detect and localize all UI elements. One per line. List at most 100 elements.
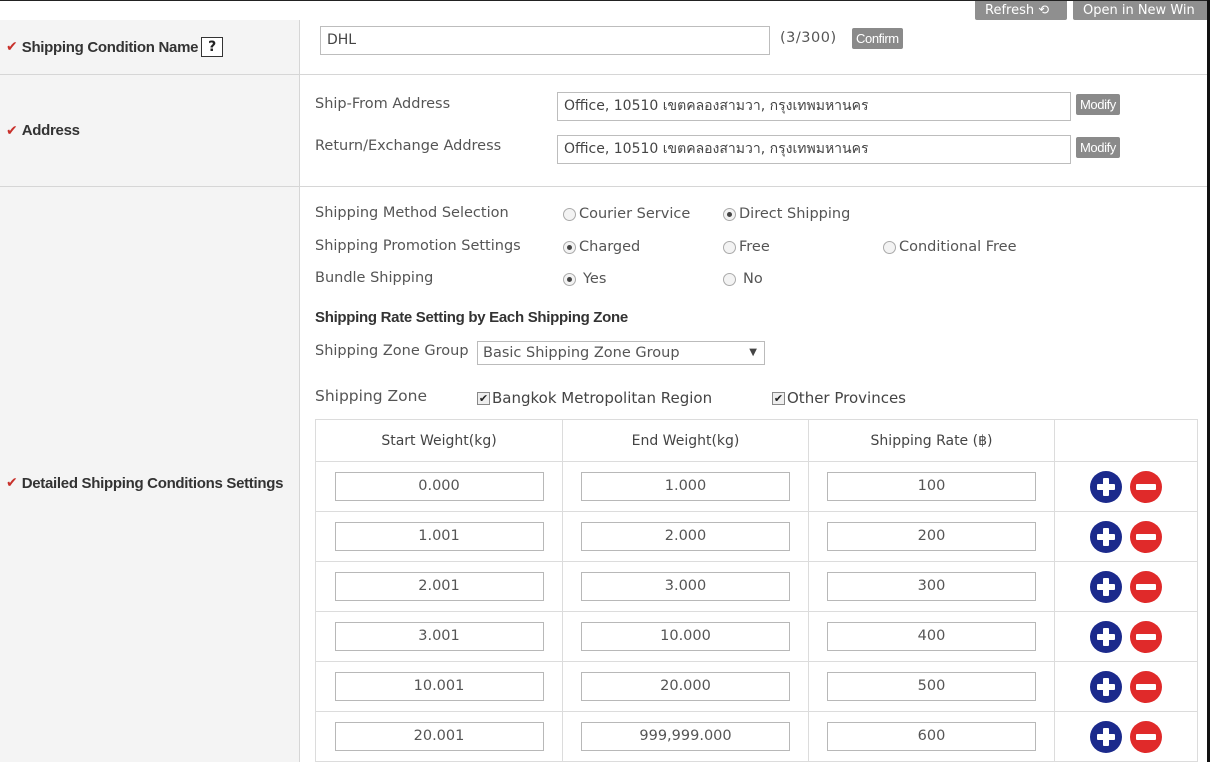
address-row: ✔ Address Ship-From Address Office, 1051… (0, 75, 1207, 187)
row-actions (1054, 661, 1198, 712)
header-shipping-rate: Shipping Rate (฿) (808, 419, 1055, 462)
end-weight-input[interactable]: 3.000 (581, 572, 790, 601)
required-check-icon: ✔ (6, 475, 18, 491)
address-label-cell: ✔ Address (0, 75, 300, 186)
table-cell: 100 (808, 461, 1055, 512)
shipping-condition-name-row: ✔ Shipping Condition Name ? DHL (3/300) … (0, 20, 1207, 75)
checkbox-bangkok-region[interactable]: ✔ Bangkok Metropolitan Region (477, 389, 712, 407)
add-row-plus-icon[interactable] (1090, 720, 1122, 753)
ship-from-address-input[interactable]: Office, 10510 เขตคลองสามวา, กรุงเทพมหานค… (557, 92, 1071, 121)
radio-charged[interactable]: Charged (563, 239, 640, 255)
table-cell: 400 (808, 611, 1055, 662)
end-weight-input[interactable]: 20.000 (581, 672, 790, 701)
table-row: 10.001 20.000 500 (315, 661, 1198, 712)
remove-row-minus-icon[interactable] (1130, 470, 1162, 503)
row-actions (1054, 561, 1198, 612)
character-counter: (3/300) (780, 30, 837, 46)
open-new-window-button[interactable]: Open in New Win (1073, 1, 1210, 20)
add-row-plus-icon[interactable] (1090, 620, 1122, 653)
checkbox-checked-icon[interactable]: ✔ (772, 391, 785, 405)
start-weight-input[interactable]: 20.001 (334, 722, 544, 751)
checkbox-checked-icon[interactable]: ✔ (477, 391, 490, 405)
radio-bundle-yes[interactable]: Yes (563, 271, 606, 287)
help-icon[interactable]: ? (201, 37, 224, 57)
table-cell: 3.000 (562, 561, 809, 612)
remove-row-minus-icon[interactable] (1130, 520, 1162, 553)
radio-button[interactable] (563, 207, 576, 221)
radio-bundle-no[interactable]: No (723, 271, 763, 287)
shipping-method-label: Shipping Method Selection (315, 205, 509, 221)
remove-row-minus-icon[interactable] (1130, 720, 1162, 753)
table-cell: 2.001 (315, 561, 563, 612)
table-row: 0.000 1.000 100 (315, 461, 1198, 512)
start-weight-input[interactable]: 10.001 (334, 672, 544, 701)
confirm-button[interactable]: Confirm (852, 28, 903, 49)
table-cell: 20.000 (562, 661, 809, 712)
shipping-condition-name-input[interactable]: DHL (320, 26, 770, 55)
radio-button[interactable] (883, 240, 896, 254)
shipping-rate-input[interactable]: 200 (827, 522, 1036, 551)
row-actions (1054, 711, 1198, 762)
header-end-weight: End Weight(kg) (562, 419, 809, 462)
rate-section-title: Shipping Rate Setting by Each Shipping Z… (315, 309, 628, 326)
zone-group-select[interactable]: Basic Shipping Zone Group ▼ (477, 341, 765, 365)
radio-button[interactable] (723, 207, 736, 221)
table-cell: 0.000 (315, 461, 563, 512)
bundle-shipping-label: Bundle Shipping (315, 270, 434, 286)
radio-button[interactable] (723, 240, 736, 254)
table-cell: 600 (808, 711, 1055, 762)
start-weight-input[interactable]: 1.001 (334, 522, 544, 551)
table-cell: 20.001 (315, 711, 563, 762)
promotion-label: Shipping Promotion Settings (315, 238, 521, 254)
add-row-plus-icon[interactable] (1090, 520, 1122, 553)
required-check-icon: ✔ (6, 122, 18, 139)
radio-button[interactable] (723, 272, 736, 286)
ship-from-modify-button[interactable]: Modify (1076, 94, 1120, 115)
shipping-rate-input[interactable]: 400 (827, 622, 1036, 651)
radio-conditional-free[interactable]: Conditional Free (883, 239, 1017, 255)
return-modify-button[interactable]: Modify (1076, 137, 1120, 158)
end-weight-input[interactable]: 10.000 (581, 622, 790, 651)
table-cell: 500 (808, 661, 1055, 712)
table-row: 2.001 3.000 300 (315, 561, 1198, 612)
table-cell: 1.000 (562, 461, 809, 512)
radio-free[interactable]: Free (723, 239, 770, 255)
radio-courier-service[interactable]: Courier Service (563, 206, 690, 222)
row-actions (1054, 611, 1198, 662)
radio-direct-shipping[interactable]: Direct Shipping (723, 206, 850, 222)
radio-button[interactable] (563, 272, 576, 286)
table-header-row: Start Weight(kg) End Weight(kg) Shipping… (315, 419, 1198, 462)
start-weight-input[interactable]: 2.001 (334, 572, 544, 601)
end-weight-input[interactable]: 999,999.000 (581, 722, 790, 751)
required-check-icon: ✔ (6, 39, 18, 55)
detailed-settings-label-cell: ✔ Detailed Shipping Conditions Settings (0, 187, 300, 762)
refresh-button[interactable]: Refresh ⟲ (975, 1, 1067, 20)
shipping-rate-input[interactable]: 600 (827, 722, 1036, 751)
return-address-input[interactable]: Office, 10510 เขตคลองสามวา, กรุงเทพมหานค… (557, 135, 1071, 164)
row-actions (1054, 511, 1198, 562)
remove-row-minus-icon[interactable] (1130, 620, 1162, 653)
table-cell: 200 (808, 511, 1055, 562)
end-weight-input[interactable]: 2.000 (581, 522, 790, 551)
table-cell: 3.001 (315, 611, 563, 662)
start-weight-input[interactable]: 3.001 (334, 622, 544, 651)
end-weight-input[interactable]: 1.000 (581, 472, 790, 501)
radio-button[interactable] (563, 240, 576, 254)
ship-from-label: Ship-From Address (315, 96, 451, 112)
table-cell: 300 (808, 561, 1055, 612)
add-row-plus-icon[interactable] (1090, 670, 1122, 703)
shipping-rate-input[interactable]: 300 (827, 572, 1036, 601)
table-cell: 2.000 (562, 511, 809, 562)
table-cell: 1.001 (315, 511, 563, 562)
shipping-rate-input[interactable]: 100 (827, 472, 1036, 501)
table-cell: 999,999.000 (562, 711, 809, 762)
shipping-rate-input[interactable]: 500 (827, 672, 1036, 701)
remove-row-minus-icon[interactable] (1130, 570, 1162, 603)
return-address-label: Return/Exchange Address (315, 138, 502, 154)
table-row: 1.001 2.000 200 (315, 511, 1198, 562)
checkbox-other-provinces[interactable]: ✔ Other Provinces (772, 389, 906, 407)
add-row-plus-icon[interactable] (1090, 470, 1122, 503)
start-weight-input[interactable]: 0.000 (334, 472, 544, 501)
remove-row-minus-icon[interactable] (1130, 670, 1162, 703)
add-row-plus-icon[interactable] (1090, 570, 1122, 603)
